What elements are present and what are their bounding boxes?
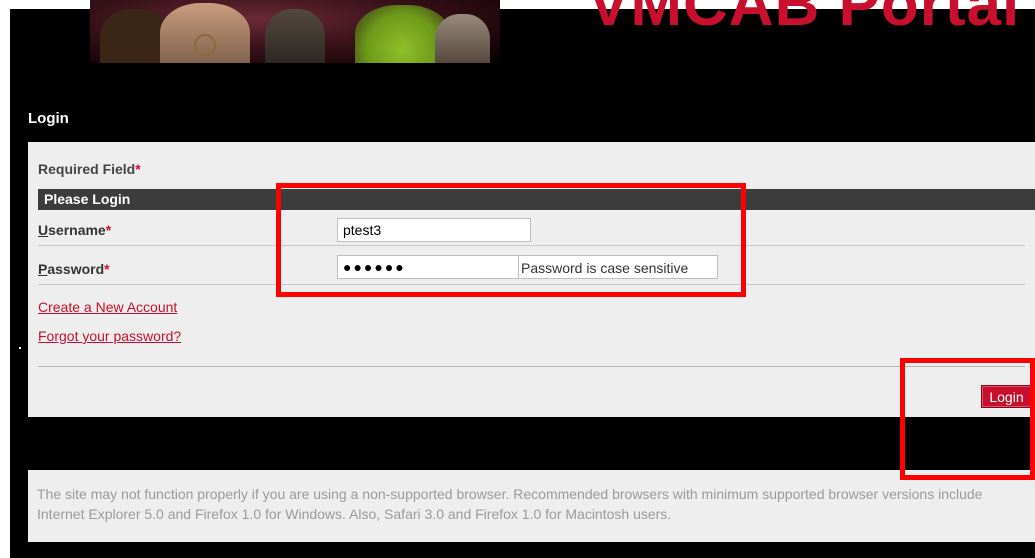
form-divider bbox=[38, 366, 1025, 367]
required-field-label: Required Field bbox=[38, 161, 136, 177]
required-field-note: Required Field* bbox=[38, 161, 141, 177]
create-account-link[interactable]: Create a New Account bbox=[38, 299, 177, 315]
banner-detail bbox=[194, 34, 216, 56]
password-label-text: assword bbox=[47, 261, 105, 277]
browser-notice: The site may not function properly if yo… bbox=[28, 470, 1035, 542]
username-label: Username* bbox=[38, 222, 111, 238]
annotation-highlight-credentials bbox=[276, 183, 746, 297]
header-banner-image bbox=[90, 0, 500, 63]
section-title: Login bbox=[28, 110, 69, 127]
portal-title: VMCAB Portal bbox=[588, 0, 1021, 39]
annotation-highlight-login-button bbox=[900, 358, 1035, 480]
stray-pixel bbox=[19, 347, 21, 349]
password-accel-key: P bbox=[38, 261, 48, 277]
banner-person bbox=[435, 14, 490, 63]
password-required-marker: * bbox=[104, 261, 110, 277]
username-accel-key: U bbox=[38, 222, 49, 238]
username-required-marker: * bbox=[105, 222, 112, 238]
username-label-text: sername bbox=[48, 222, 106, 238]
password-label: Password* bbox=[38, 261, 110, 277]
required-marker: * bbox=[135, 161, 141, 177]
forgot-password-link[interactable]: Forgot your password? bbox=[38, 328, 181, 344]
banner-person bbox=[265, 9, 325, 63]
